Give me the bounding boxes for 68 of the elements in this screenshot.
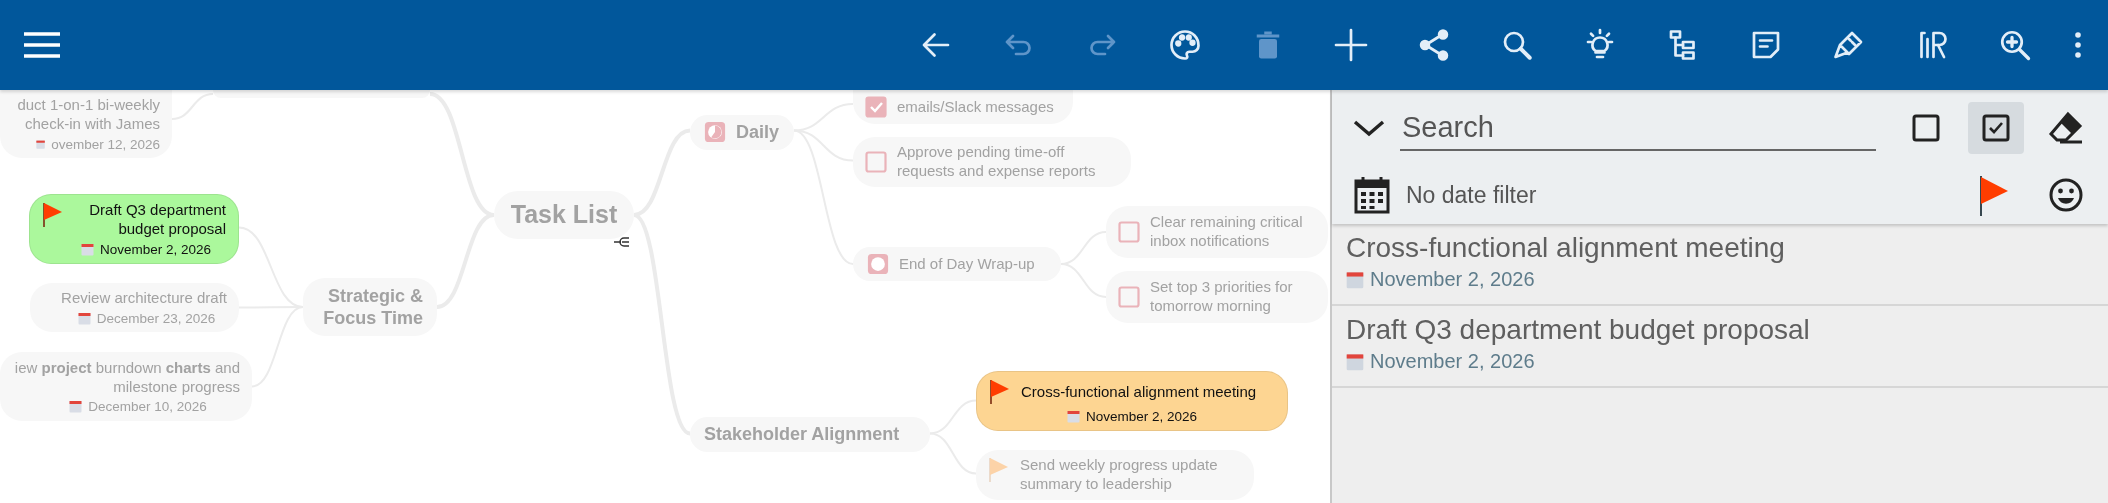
date-filter-label[interactable]: No date filter xyxy=(1406,181,1950,209)
node-label: Approve pending time-off requests and expense reports xyxy=(897,143,1097,181)
calendar-icon xyxy=(69,400,83,414)
node-date: ovember 12, 2026 xyxy=(51,136,160,152)
node-date: December 10, 2026 xyxy=(88,399,207,415)
chevron-down-icon xyxy=(1352,118,1386,138)
checked-checkbox-icon xyxy=(1981,113,2011,143)
mindmap-node[interactable]: Daily xyxy=(690,115,794,150)
calendar-icon xyxy=(1346,352,1364,371)
calendar-icon[interactable] xyxy=(1354,176,1390,214)
node-label: Daily xyxy=(736,121,780,144)
result-title: Cross-functional alignment meeting xyxy=(1346,232,1786,264)
result-item[interactable]: Cross-functional alignment meeting November 2, 2026 xyxy=(1332,224,2108,306)
node-date: November 2, 2026 xyxy=(1085,409,1198,424)
node-label: Strategic & Focus Time xyxy=(322,284,423,330)
flag-icon xyxy=(1978,174,2010,216)
node-label: Send weekly progress update summary to leadership xyxy=(1020,456,1219,494)
result-date: November 2, 2026 xyxy=(1370,350,1535,373)
mindmap-node[interactable]: Review architecture draft December 23, 2026 xyxy=(30,283,239,332)
mindmap-node[interactable]: Task List xyxy=(494,191,634,239)
checkbox-icon[interactable] xyxy=(1118,286,1140,308)
checked-checkbox-icon[interactable] xyxy=(865,96,887,118)
calendar-icon xyxy=(1346,270,1364,289)
result-title: Draft Q3 department budget proposal xyxy=(1346,314,1811,346)
node-label: Stakeholder Alignment xyxy=(704,423,901,446)
plus-icon xyxy=(1332,27,1369,63)
mindmap-node[interactable]: Set top 3 priorities for tomorrow morning xyxy=(1106,271,1328,323)
mindmap-node[interactable]: Stakeholder Alignment xyxy=(690,417,930,452)
search-field[interactable]: Search xyxy=(1400,105,1876,151)
mindmap-node[interactable]: Send weekly progress update summary to leadership xyxy=(976,450,1254,500)
mindmap-node[interactable]: duct 1-on-1 bi-weekly check-in with James ovember 12, 2026 xyxy=(0,90,172,158)
mindmap-node[interactable]: Strategic & Focus Time xyxy=(303,278,437,336)
node-date: December 23, 2026 xyxy=(96,310,216,326)
result-date: November 2, 2026 xyxy=(1370,268,1535,291)
mindmap-node[interactable]: Cross-functional alignment meeting November 2, 2026 xyxy=(976,371,1288,431)
checked-filter-button[interactable] xyxy=(1968,102,2024,154)
node-label: emails/Slack messages xyxy=(897,97,1055,117)
eraser-icon xyxy=(2048,111,2084,145)
checkbox-icon[interactable] xyxy=(865,150,887,173)
node-label: End of Day Wrap-up xyxy=(899,254,1036,274)
node-label: Review architecture draft xyxy=(60,289,227,308)
smiley-icon xyxy=(2048,177,2084,213)
checkbox-icon[interactable] xyxy=(1118,221,1140,243)
mindmap-node[interactable]: iew project burndown charts and milestone progress December 10, 2026 xyxy=(0,352,252,421)
node-label: iew project burndown charts and milestone progress xyxy=(13,358,240,397)
mindmap-node[interactable]: End of Day Wrap-up xyxy=(853,247,1061,281)
node-label: Task List xyxy=(510,199,618,231)
node-label: Set top 3 priorities for tomorrow morning xyxy=(1150,278,1294,316)
result-item[interactable]: Draft Q3 department budget proposal November 2, 2026 xyxy=(1332,306,2108,388)
calendar-icon xyxy=(77,311,91,325)
calendar-icon xyxy=(80,242,94,256)
node-date: November 2, 2026 xyxy=(99,241,212,257)
node-label: duct 1-on-1 bi-weekly check-in with James xyxy=(16,96,160,134)
connector-line xyxy=(171,93,214,120)
mindmap-node[interactable]: Approve pending time-off requests and expense reports xyxy=(853,137,1131,187)
collapse-button[interactable] xyxy=(1352,118,1386,138)
mindmap-node[interactable]: emails/Slack messages xyxy=(853,90,1073,124)
checkbox-icon xyxy=(1911,113,1941,143)
node-label: Cross-functional alignment meeting xyxy=(1021,382,1258,402)
mindmap-node[interactable]: Clear remaining critical inbox notifications xyxy=(1106,206,1328,258)
mindmap-node[interactable]: Draft Q3 department budget proposal November 2, 2026 xyxy=(29,194,239,264)
node-label: Draft Q3 department budget proposal xyxy=(88,201,226,239)
calendar-icon xyxy=(1066,410,1080,423)
menu-icon xyxy=(24,31,60,59)
fork-icon xyxy=(614,236,630,248)
connector-line xyxy=(929,399,977,435)
node-label: Clear remaining critical inbox notifications xyxy=(1150,213,1304,251)
more-icon xyxy=(2075,32,2081,58)
